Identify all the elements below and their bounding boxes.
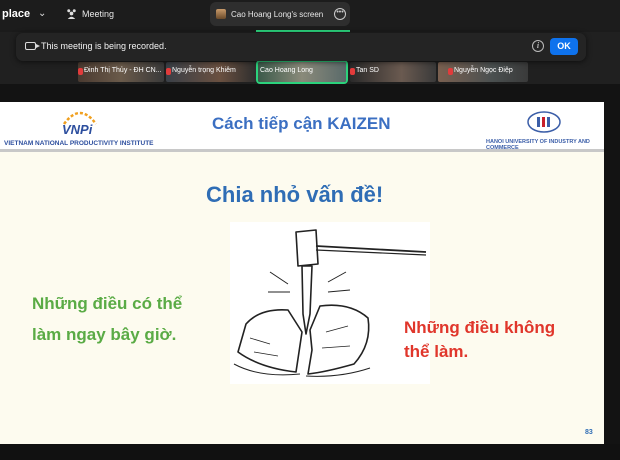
stage-gap	[0, 84, 620, 102]
left-caption-line: Những điều có thể	[32, 294, 183, 313]
meeting-tab-label[interactable]: Meeting	[82, 9, 114, 19]
more-options-icon[interactable]: •••	[334, 8, 346, 20]
app-label: place	[2, 8, 31, 20]
recording-notice: This meeting is being recorded. i OK	[16, 33, 586, 61]
right-caption: Những điều không thể làm.	[404, 316, 555, 364]
video-camera-icon	[25, 42, 40, 50]
ok-button[interactable]: OK	[550, 38, 578, 55]
right-caption-line: Những điều không	[404, 318, 556, 337]
left-caption-line: làm ngay bây giờ.	[32, 325, 177, 344]
active-tab-indicator	[256, 30, 350, 32]
slide-headline: Chia nhỏ vấn đề!	[206, 182, 384, 207]
meeting-icon	[67, 9, 76, 19]
shared-slide: VNPi VIETNAM NATIONAL PRODUCTIVITY INSTI…	[0, 102, 604, 444]
stage-margin	[604, 102, 620, 444]
participant-thumb[interactable]: Nguyễn Ngọc Điệp	[438, 62, 528, 82]
chevron-down-icon[interactable]: ⌄	[38, 8, 46, 19]
hammer-splitting-rock-icon	[233, 229, 427, 377]
avatar	[216, 9, 226, 19]
muted-mic-icon	[350, 68, 355, 75]
screen-tab-label: Cao Hoang Long's screen	[231, 10, 324, 19]
bottom-bar	[0, 444, 620, 460]
participant-name: Nguyễn trọng Khiêm	[172, 67, 236, 74]
participant-thumb[interactable]: Nguyễn trọng Khiêm	[166, 62, 256, 82]
info-icon[interactable]: i	[532, 40, 544, 52]
haui-logo-icon	[527, 111, 561, 133]
participant-thumb[interactable]: Tan SD	[350, 62, 436, 82]
participant-name: Cao Hoang Long	[260, 67, 313, 74]
muted-mic-icon	[166, 68, 171, 75]
hammer-rock-illustration	[230, 222, 430, 384]
right-caption-line: thể làm.	[404, 342, 469, 361]
participant-name: Đinh Thị Thủy - ĐH CN...	[84, 67, 162, 74]
participant-name: Tan SD	[356, 67, 379, 74]
slide-page-number: 83	[585, 429, 593, 436]
participant-thumb[interactable]: Đinh Thị Thủy - ĐH CN...	[78, 62, 164, 82]
recording-notice-text: This meeting is being recorded.	[41, 41, 167, 51]
slide-title: Cách tiếp cận KAIZEN	[212, 114, 391, 133]
screen-share-tab[interactable]: Cao Hoang Long's screen •••	[210, 2, 350, 26]
slide-header: VNPi VIETNAM NATIONAL PRODUCTIVITY INSTI…	[0, 102, 604, 151]
institute-name: VIETNAM NATIONAL PRODUCTIVITY INSTITUTE	[4, 140, 154, 147]
divider	[0, 149, 604, 152]
top-bar: place ⌄ Meeting Cao Hoang Long's screen …	[0, 0, 620, 30]
participant-thumb-active[interactable]: Cao Hoang Long	[256, 60, 348, 84]
zoom-window: place ⌄ Meeting Cao Hoang Long's screen …	[0, 0, 620, 460]
left-caption: Những điều có thể làm ngay bây giờ.	[32, 288, 182, 350]
vnpi-logo-text: VNPi	[62, 122, 93, 137]
muted-mic-icon	[448, 68, 453, 75]
participant-name: Nguyễn Ngọc Điệp	[454, 67, 513, 74]
muted-mic-icon	[78, 68, 83, 75]
